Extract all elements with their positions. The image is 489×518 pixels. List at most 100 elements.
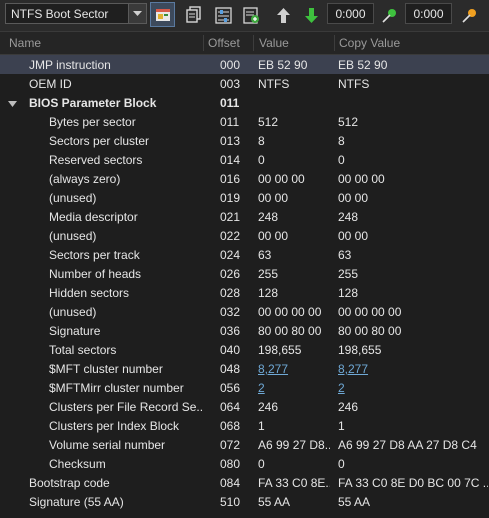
row-copy-value: NTFS <box>338 77 370 91</box>
tree-row[interactable]: Signature 036 80 00 80 00 80 00 80 00 <box>0 321 489 340</box>
tree-row[interactable]: Checksum 080 0 0 <box>0 454 489 473</box>
tree-row[interactable]: Hidden sectors 028 128 128 <box>0 283 489 302</box>
settings-icon <box>214 6 232 24</box>
row-value: 198,655 <box>258 343 302 357</box>
row-value-link[interactable]: 8,277 <box>258 362 330 376</box>
row-value: 248 <box>258 210 279 224</box>
template-button[interactable] <box>150 2 175 27</box>
row-name: Signature (55 AA) <box>29 495 124 509</box>
position-left-field[interactable]: 0:000 <box>327 3 374 24</box>
row-offset: 003 <box>220 77 241 91</box>
tree-row[interactable]: Clusters per Index Block 068 1 1 <box>0 416 489 435</box>
up-icon <box>276 7 290 23</box>
tree-row[interactable]: Reserved sectors 014 0 0 <box>0 150 489 169</box>
row-offset: 016 <box>220 172 241 186</box>
row-copy-value: 00 00 <box>338 191 369 205</box>
tree-row[interactable]: Media descriptor 021 248 248 <box>0 207 489 226</box>
row-value: 8 <box>258 134 265 148</box>
row-offset: 011 <box>220 115 240 129</box>
row-name: OEM ID <box>29 77 72 91</box>
column-offset-header[interactable]: Offset <box>208 36 240 50</box>
template-select[interactable]: NTFS Boot Sector <box>5 3 147 24</box>
column-divider[interactable] <box>334 35 335 51</box>
copy-button[interactable] <box>184 4 204 26</box>
tree-row[interactable]: Sectors per cluster 013 8 8 <box>0 131 489 150</box>
tree-row[interactable]: Total sectors 040 198,655 198,655 <box>0 340 489 359</box>
row-copy-value-link[interactable]: 2 <box>338 381 488 395</box>
chevron-down-icon[interactable] <box>128 4 146 23</box>
row-copy-value: EB 52 90 <box>338 58 388 72</box>
row-offset: 036 <box>220 324 241 338</box>
tree-row[interactable]: (unused) 019 00 00 00 00 <box>0 188 489 207</box>
tree-row[interactable]: JMP instruction 000 EB 52 90 EB 52 90 <box>0 55 489 74</box>
row-name: Signature <box>49 324 101 338</box>
row-value: 00 00 00 00 <box>258 305 322 319</box>
row-copy-value: 512 <box>338 115 359 129</box>
column-value-header[interactable]: Value <box>259 36 289 50</box>
pin-orange-button[interactable] <box>458 4 480 26</box>
row-name: $MFT cluster number <box>49 362 163 376</box>
row-copy-value: 128 <box>338 286 359 300</box>
column-name-header[interactable]: Name <box>9 36 41 50</box>
tree-row[interactable]: $MFT cluster number 048 8,277 8,277 <box>0 359 489 378</box>
column-divider[interactable] <box>253 35 254 51</box>
tree-row[interactable]: Sectors per track 024 63 63 <box>0 245 489 264</box>
row-value: 55 AA <box>258 495 291 509</box>
position-right-field[interactable]: 0:000 <box>405 3 452 24</box>
row-value: 0 <box>258 153 265 167</box>
tree-row[interactable]: Bytes per sector 011 512 512 <box>0 112 489 131</box>
column-copy-value-header[interactable]: Copy Value <box>339 36 400 50</box>
row-offset: 064 <box>220 400 241 414</box>
row-copy-value: 00 00 00 00 <box>338 305 402 319</box>
structure-tree: JMP instruction 000 EB 52 90 EB 52 90 OEM ID… <box>0 55 489 511</box>
template-select-value: NTFS Boot Sector <box>11 7 109 21</box>
row-offset: 024 <box>220 248 241 262</box>
tree-row[interactable]: (always zero) 016 00 00 00 00 00 00 <box>0 169 489 188</box>
column-divider[interactable] <box>203 35 204 51</box>
tree-row[interactable]: (unused) 032 00 00 00 00 00 00 00 00 <box>0 302 489 321</box>
toolbar: NTFS Boot Sector 0:000 0:000 <box>0 0 489 32</box>
tree-row[interactable]: Bootstrap code 084 FA 33 C0 8E... FA 33 C0 … <box>0 473 489 492</box>
tree-row[interactable]: Volume serial number 072 A6 99 27 D8... A6 … <box>0 435 489 454</box>
tree-group-row[interactable]: BIOS Parameter Block 011 <box>0 93 489 112</box>
row-value: FA 33 C0 8E... <box>258 476 330 490</box>
row-name: (unused) <box>49 191 97 205</box>
row-copy-value: 248 <box>338 210 359 224</box>
tree-row[interactable]: Number of heads 026 255 255 <box>0 264 489 283</box>
row-name: Bytes per sector <box>49 115 136 129</box>
row-value: NTFS <box>258 77 290 91</box>
row-value-link[interactable]: 2 <box>258 381 330 395</box>
chevron-down-icon[interactable] <box>8 97 17 111</box>
row-value: 246 <box>258 400 279 414</box>
copy-icon <box>186 6 201 23</box>
row-copy-value: 0 <box>338 153 345 167</box>
row-copy-value: 255 <box>338 267 359 281</box>
row-offset: 028 <box>220 286 241 300</box>
row-offset: 019 <box>220 191 241 205</box>
tree-row[interactable]: $MFTMirr cluster number 056 2 2 <box>0 378 489 397</box>
row-offset: 021 <box>220 210 241 224</box>
row-copy-value: 1 <box>338 419 345 433</box>
row-offset: 032 <box>220 305 241 319</box>
tree-row[interactable]: Clusters per File Record Se... 064 246 246 <box>0 397 489 416</box>
settings-button[interactable] <box>212 4 234 26</box>
tree-row[interactable]: OEM ID 003 NTFS NTFS <box>0 74 489 93</box>
tree-row[interactable]: Signature (55 AA) 510 55 AA 55 AA <box>0 492 489 511</box>
row-offset: 014 <box>220 153 241 167</box>
row-copy-value: 00 00 00 <box>338 172 385 186</box>
pin-green-icon <box>381 8 396 23</box>
export-button[interactable] <box>240 4 262 26</box>
row-copy-value: 63 <box>338 248 352 262</box>
pin-green-button[interactable] <box>378 4 400 26</box>
tree-row[interactable]: (unused) 022 00 00 00 00 <box>0 226 489 245</box>
row-copy-value-link[interactable]: 8,277 <box>338 362 488 376</box>
move-down-button[interactable] <box>300 4 322 26</box>
row-copy-value: 00 00 <box>338 229 369 243</box>
row-offset: 056 <box>220 381 241 395</box>
move-up-button[interactable] <box>272 4 294 26</box>
row-value: 512 <box>258 115 279 129</box>
row-name: (unused) <box>49 229 97 243</box>
row-offset: 000 <box>220 58 241 72</box>
row-name: Clusters per Index Block <box>49 419 180 433</box>
row-name: Checksum <box>49 457 106 471</box>
